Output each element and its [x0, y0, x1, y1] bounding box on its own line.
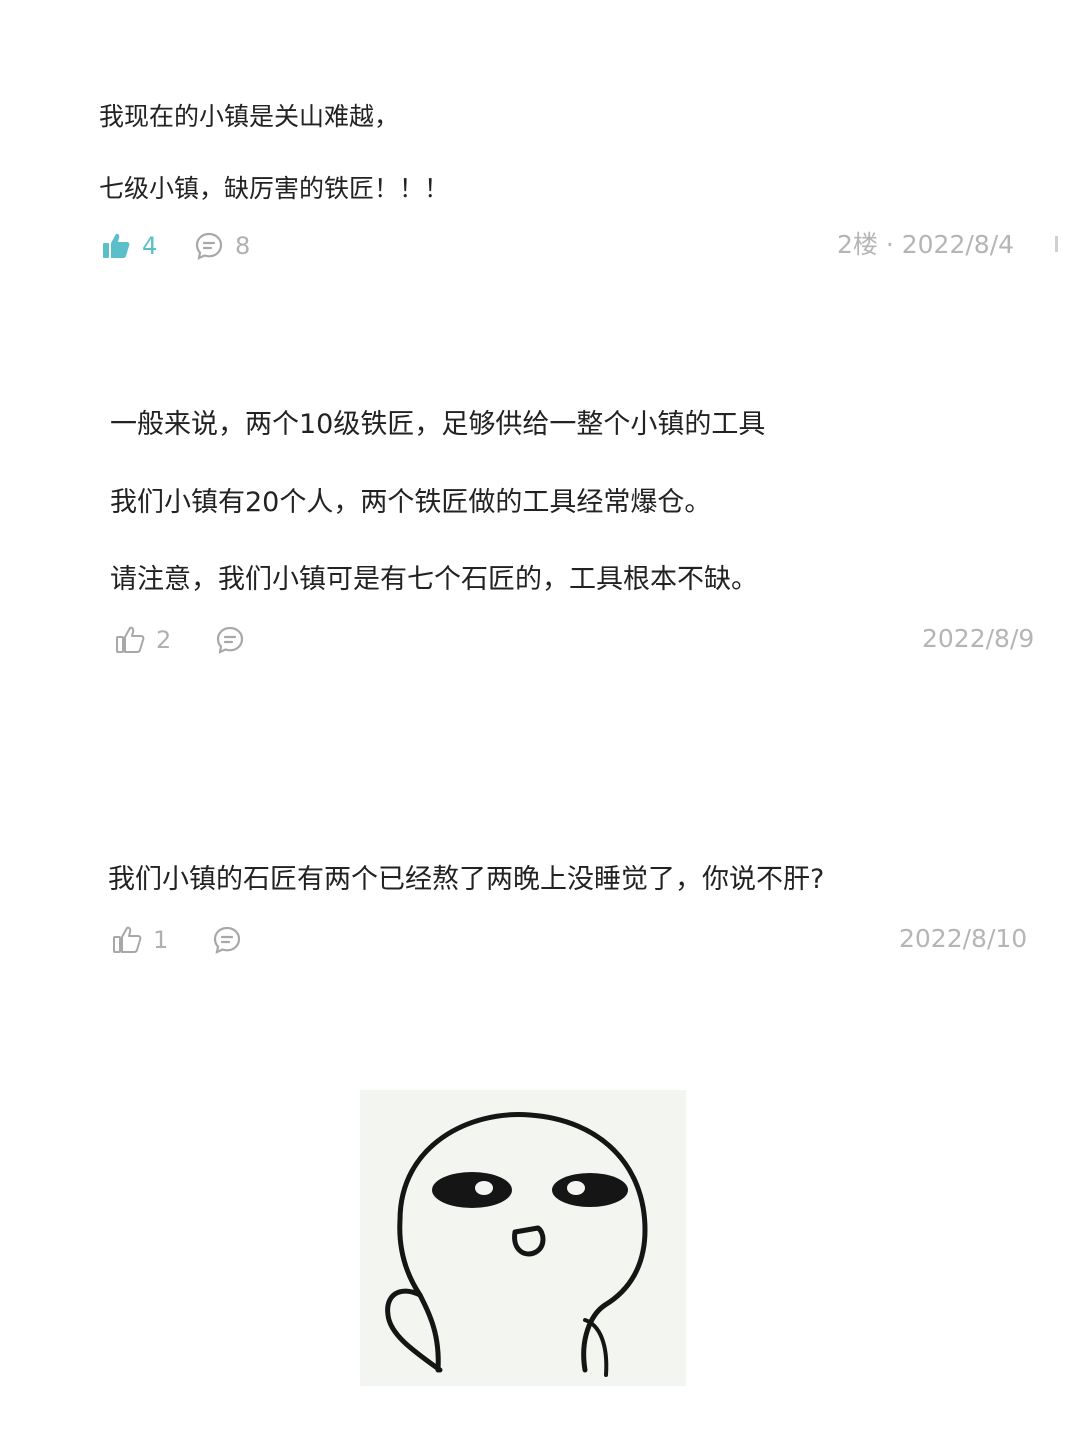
- comment-3-line-1: 我们小镇的石匠有两个已经熬了两晚上没睡觉了，你说不肝?: [108, 864, 825, 895]
- comment-1-actions: 4 8 2楼 · 2022/8/4: [100, 228, 1060, 264]
- comment-1: 我现在的小镇是关山难越， 七级小镇，缺厉害的铁匠！！！ 4 8 2楼 · 202…: [0, 0, 1080, 280]
- comment-1-line-2: 七级小镇，缺厉害的铁匠！！！: [99, 174, 450, 203]
- comment-bubble-icon: [193, 230, 225, 262]
- like-count: 2: [156, 626, 172, 654]
- comment-bubble-icon: [211, 924, 243, 956]
- comment-2-actions: 2 2022/8/9: [114, 622, 1044, 658]
- comment-2-line-3: 请注意，我们小镇可是有七个石匠的，工具根本不缺。: [110, 564, 758, 595]
- reply-button[interactable]: [211, 922, 243, 958]
- comment-2: 一般来说，两个10级铁匠，足够供给一整个小镇的工具 我们小镇有20个人，两个铁匠…: [0, 300, 1080, 700]
- sticker-face-icon: [360, 1090, 686, 1386]
- comment-2-line-2: 我们小镇有20个人，两个铁匠做的工具经常爆仓。: [110, 487, 712, 518]
- comment-3-actions: 1 2022/8/10: [111, 922, 1041, 958]
- meme-sticker-image: [360, 1090, 686, 1386]
- like-button[interactable]: 2: [114, 622, 171, 658]
- comment-date: 2022/8/9: [922, 624, 1035, 653]
- reply-count: 8: [235, 232, 251, 260]
- like-count: 1: [153, 926, 169, 954]
- reply-button[interactable]: 8: [193, 228, 250, 264]
- thumbs-up-outline-icon: [114, 624, 146, 656]
- reply-button[interactable]: [214, 622, 246, 658]
- floor-and-date: 2楼 · 2022/8/4: [837, 230, 1015, 259]
- like-button[interactable]: 1: [111, 922, 168, 958]
- comment-1-line-1: 我现在的小镇是关山难越，: [99, 102, 400, 131]
- like-button[interactable]: 4: [100, 228, 157, 264]
- thumbs-up-outline-icon: [111, 924, 143, 956]
- comment-bubble-icon: [214, 624, 246, 656]
- comment-date: 2022/8/10: [899, 924, 1028, 953]
- thumbs-up-filled-icon: [100, 230, 132, 262]
- comment-3: 我们小镇的石匠有两个已经熬了两晚上没睡觉了，你说不肝? 1 2022/8/10: [0, 800, 1080, 1000]
- scroll-edge-mark: [1055, 236, 1058, 252]
- like-count: 4: [142, 232, 158, 260]
- comment-2-line-1: 一般来说，两个10级铁匠，足够供给一整个小镇的工具: [110, 409, 766, 440]
